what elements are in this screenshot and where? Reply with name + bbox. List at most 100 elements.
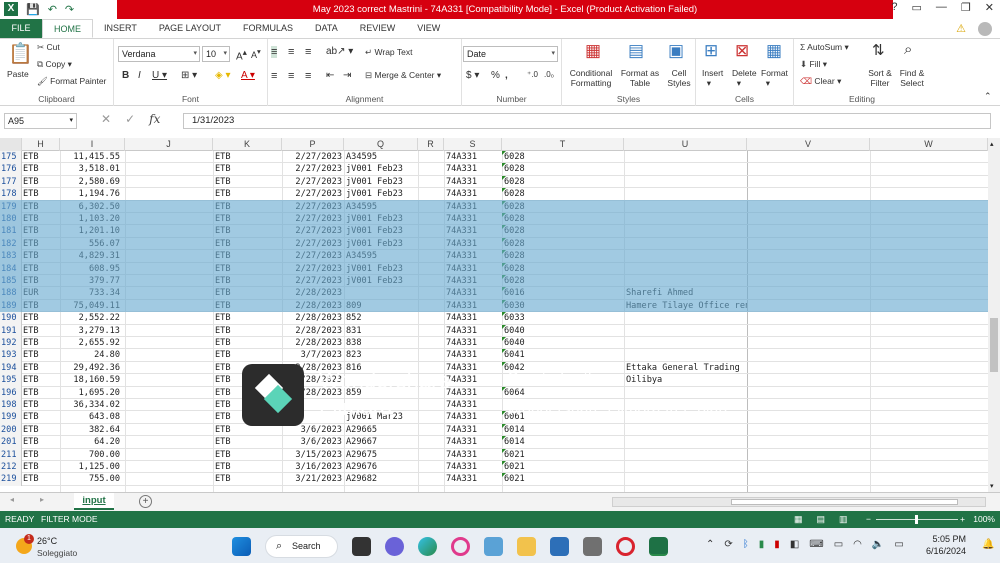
cell-styles-icon[interactable]: ▣: [668, 41, 684, 61]
cell-code[interactable]: 6028: [502, 151, 624, 163]
cell-currency-k[interactable]: ETB: [213, 188, 282, 200]
cell-code[interactable]: 6028: [502, 163, 624, 175]
table-row[interactable]: 198 ETB 36,334.02 ETB 74A331: [0, 399, 988, 412]
borders-icon[interactable]: ⊞ ▾: [181, 70, 197, 81]
cell-currency-k[interactable]: ETB: [213, 312, 282, 324]
cell-currency[interactable]: ETB: [22, 449, 60, 461]
undo-icon[interactable]: ↶: [48, 3, 57, 16]
paste-button[interactable]: Paste: [7, 69, 29, 79]
cell-date[interactable]: 2/28/2023: [282, 325, 344, 337]
file-explorer-icon[interactable]: [517, 537, 536, 556]
cell-reference[interactable]: A29676: [344, 461, 418, 473]
copy-button[interactable]: ⧉ Copy ▾: [37, 59, 72, 70]
table-row[interactable]: 190 ETB 2,552.22 ETB 2/28/2023 852 74A331 6033: [0, 312, 988, 325]
cell-amount[interactable]: 643.08: [60, 411, 122, 423]
volume-icon[interactable]: 🔈: [872, 539, 884, 550]
clock[interactable]: 5:05 PM 6/16/2024: [926, 533, 966, 557]
insert-cells-icon[interactable]: ⊞: [704, 41, 718, 61]
cell-description[interactable]: [624, 188, 747, 200]
cell-account[interactable]: 74A331: [444, 151, 502, 163]
cell-account[interactable]: 74A331: [444, 449, 502, 461]
ribbon-display-icon[interactable]: ▭: [912, 1, 922, 14]
cell-currency[interactable]: ETB: [22, 163, 60, 175]
cell-reference[interactable]: jV001 Feb23: [344, 176, 418, 188]
cell-description[interactable]: [624, 387, 747, 399]
windows-start-icon[interactable]: [232, 537, 251, 556]
cell-styles-button[interactable]: Cell Styles: [665, 68, 693, 88]
weather-widget[interactable]: 1 26°C Soleggiato: [14, 534, 104, 558]
cell-description[interactable]: [624, 337, 747, 349]
cancel-icon[interactable]: ✕: [101, 112, 111, 126]
cell-currency-k[interactable]: ETB: [213, 436, 282, 448]
cut-button[interactable]: ✂ Cut: [37, 42, 60, 53]
cell-amount[interactable]: 36,334.02: [60, 399, 122, 411]
cell-currency[interactable]: ETB: [22, 374, 60, 386]
chat-icon[interactable]: [385, 537, 404, 556]
format-as-table-button[interactable]: Format as Table: [618, 68, 662, 88]
cell-reference[interactable]: jV001 Feb23: [344, 163, 418, 175]
cell-reference[interactable]: 831: [344, 325, 418, 337]
comma-icon[interactable]: ,: [505, 70, 508, 81]
close-icon[interactable]: ✕: [985, 1, 994, 14]
column-header[interactable]: P: [282, 138, 344, 151]
display-icon[interactable]: ▭: [834, 539, 843, 550]
fill-button[interactable]: ⬇ Fill ▾: [800, 59, 827, 70]
cell-currency[interactable]: ETB: [22, 387, 60, 399]
align-left-icon[interactable]: ≡: [271, 70, 277, 82]
sheet-tab-input[interactable]: input: [74, 493, 114, 510]
cell-reference[interactable]: A29665: [344, 424, 418, 436]
percent-icon[interactable]: %: [491, 70, 500, 81]
column-header[interactable]: I: [60, 138, 125, 151]
zoom-out-icon[interactable]: −: [866, 511, 871, 528]
table-row[interactable]: 194 ETB 29,492.36 ETB 2/28/2023 816 74A331 6042…: [0, 361, 988, 375]
align-middle-icon[interactable]: ≡: [288, 46, 294, 58]
binoculars-icon[interactable]: ⌕: [904, 41, 912, 58]
tab-page-layout[interactable]: PAGE LAYOUT: [148, 19, 232, 38]
cell-account[interactable]: 74A331: [444, 473, 502, 485]
normal-view-icon[interactable]: ▦: [794, 511, 803, 528]
format-button[interactable]: Format ▾: [761, 68, 788, 89]
cell-amount[interactable]: 700.00: [60, 449, 122, 461]
table-row[interactable]: 195 ETB 18,160.59 ETB 2/28/2023 74A331 Oilibya: [0, 374, 988, 387]
worksheet-grid[interactable]: H I J K P Q R S T U V W 175 ETB 11,415.55 E…: [0, 138, 988, 492]
row-number[interactable]: 190: [0, 312, 22, 325]
align-bottom-icon[interactable]: ≡: [305, 46, 311, 58]
page-layout-view-icon[interactable]: ▤: [817, 511, 826, 528]
cell-currency[interactable]: ETB: [22, 349, 60, 361]
column-header[interactable]: R: [418, 138, 444, 151]
tab-file[interactable]: FILE: [0, 19, 42, 38]
cell-date[interactable]: 3/15/2023: [282, 449, 344, 461]
orientation-icon[interactable]: ab↗ ▾: [326, 46, 353, 57]
cell-currency[interactable]: ETB: [22, 461, 60, 473]
scroll-thumb[interactable]: [990, 318, 998, 372]
redo-icon[interactable]: ↷: [65, 3, 74, 16]
decrease-decimal-icon[interactable]: .0₀: [544, 70, 554, 79]
wifi-icon[interactable]: ◠: [853, 539, 862, 550]
hscroll-thumb[interactable]: [731, 499, 958, 505]
cell-description[interactable]: [624, 436, 747, 448]
cell-currency[interactable]: ETB: [22, 337, 60, 349]
cell-currency-k[interactable]: ETB: [213, 349, 282, 361]
cell-currency-k[interactable]: ETB: [213, 337, 282, 349]
font-color-icon[interactable]: A ▾: [241, 70, 255, 81]
cell-code[interactable]: 6028: [502, 176, 624, 188]
cell-amount[interactable]: 382.64: [60, 424, 122, 436]
page-break-view-icon[interactable]: ▥: [839, 511, 848, 528]
conditional-formatting-button[interactable]: Conditional Formatting: [568, 68, 614, 88]
cell-account[interactable]: 74A331: [444, 349, 502, 361]
minimize-icon[interactable]: —: [936, 1, 947, 14]
cell-reference[interactable]: jV001 Feb23: [344, 188, 418, 200]
cell-date[interactable]: 2/27/2023: [282, 176, 344, 188]
table-row[interactable]: 192 ETB 2,655.92 ETB 2/28/2023 838 74A331 6040: [0, 337, 988, 350]
column-header[interactable]: K: [213, 138, 282, 151]
restore-icon[interactable]: ❐: [961, 1, 971, 14]
enter-icon[interactable]: ✓: [125, 112, 135, 126]
format-painter-button[interactable]: 🖌 Format Painter: [37, 76, 106, 87]
row-number[interactable]: 199: [0, 411, 22, 424]
app-tray-icon[interactable]: ▮: [759, 539, 765, 550]
row-number[interactable]: 175: [0, 151, 22, 164]
vertical-scrollbar[interactable]: ▴ ▾: [988, 138, 1000, 492]
cell-currency-k[interactable]: ETB: [213, 449, 282, 461]
column-header[interactable]: U: [624, 138, 747, 151]
cell-account[interactable]: 74A331: [444, 436, 502, 448]
